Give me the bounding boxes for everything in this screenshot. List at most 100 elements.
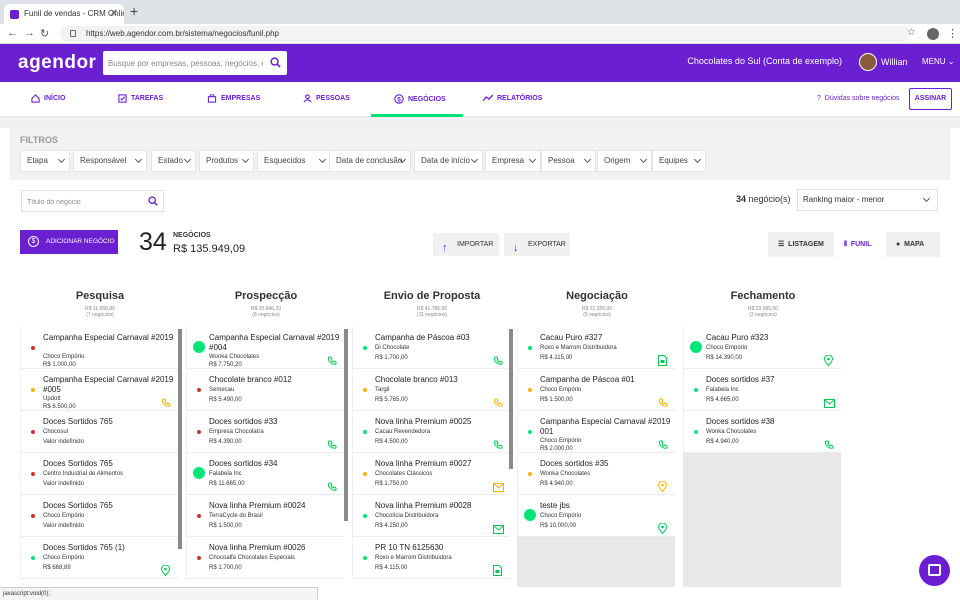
nav-pessoas[interactable]: PESSOAS xyxy=(303,94,350,103)
phone-icon[interactable] xyxy=(161,395,171,407)
deal-card[interactable]: Doces sortidos #34 Falabela Inc R$ 11.665,… xyxy=(186,453,344,495)
mail-icon[interactable] xyxy=(493,479,504,492)
export-button[interactable]: ↓ EXPORTAR xyxy=(504,233,570,256)
view-map-button[interactable]: ● MAPA xyxy=(886,232,940,257)
forward-icon[interactable]: → xyxy=(24,27,35,39)
filter-pessoa[interactable]: Pessoa xyxy=(541,150,596,172)
phone-icon[interactable] xyxy=(493,353,503,365)
deal-card[interactable]: Campanha Especial Carnaval #2019 #005 Upd… xyxy=(20,369,178,411)
column-scrollbar[interactable] xyxy=(509,329,513,469)
nav-relatorios[interactable]: RELATÓRIOS xyxy=(483,94,542,102)
phone-icon[interactable] xyxy=(658,395,668,407)
deal-card[interactable]: Doces Sortidos 765 (1) Choco Empório R$ 66… xyxy=(20,537,178,579)
search-icon[interactable] xyxy=(148,196,158,206)
account-name[interactable]: Chocolates do Sul (Conta de exemplo) xyxy=(687,56,842,66)
deal-card[interactable]: Doces Sortidos 765 Choco Empório Valor ind… xyxy=(20,495,178,537)
phone-icon[interactable] xyxy=(493,437,503,449)
deal-card[interactable]: PR 10 TN 6125630 Roxo e Marrom Distribuid… xyxy=(352,537,510,579)
view-label: MAPA xyxy=(904,241,925,248)
deal-card[interactable]: Campanha Especial Carnaval #2019 001 Choc… xyxy=(517,411,675,453)
map-pin-icon[interactable] xyxy=(657,521,668,535)
filter-data-conclusao[interactable]: Data de conclusão xyxy=(329,150,411,172)
deal-card[interactable]: Nova linha Premium #0028 Chocolícia Distr… xyxy=(352,495,510,537)
phone-icon[interactable] xyxy=(327,479,337,491)
nav-inicio[interactable]: INÍCIO xyxy=(31,94,65,103)
help-link[interactable]: ? Dúvidas sobre negócios xyxy=(817,95,900,102)
deal-company: Semecau xyxy=(209,387,235,393)
url-field[interactable]: https://web.agendor.com.br/sistema/negoc… xyxy=(60,26,910,42)
document-icon[interactable] xyxy=(658,353,668,366)
deal-card[interactable]: Doces sortidos #35 Wonka Chocolates R$ 4.9… xyxy=(517,453,675,495)
deal-card[interactable]: Doces Sortidos 765 Centro Industrial de A… xyxy=(20,453,178,495)
filter-produtos[interactable]: Produtos xyxy=(199,150,254,172)
browser-tab[interactable]: Funil de vendas - CRM Online ✕ xyxy=(4,4,124,24)
import-button[interactable]: ↑ IMPORTAR xyxy=(433,233,499,256)
deal-card[interactable]: Nova linha Premium #0024 TerraCycle do Br… xyxy=(186,495,344,537)
deal-card[interactable]: teste jbs Choco Empório R$ 10.000,00 xyxy=(517,495,675,537)
deal-card[interactable]: Campanha de Páscoa #03 Di Chocolate R$ 1.7… xyxy=(352,327,510,369)
phone-icon[interactable] xyxy=(658,437,668,449)
profile-icon[interactable] xyxy=(927,28,939,40)
status-dot xyxy=(197,388,201,392)
deal-card[interactable]: Cacau Puro #323 Choco Empório R$ 14.390,00 xyxy=(683,327,841,369)
deal-card[interactable]: Nova linha Premium #0027 Chocolates Cláss… xyxy=(352,453,510,495)
mail-icon[interactable] xyxy=(824,395,835,408)
reload-icon[interactable]: ↻ xyxy=(40,27,49,40)
close-tab-icon[interactable]: ✕ xyxy=(110,4,118,24)
deal-card[interactable]: Campanha de Páscoa #01 Choco Empório R$ 1.… xyxy=(517,369,675,411)
filter-esquecidos[interactable]: Esquecidos xyxy=(257,150,331,172)
deal-card[interactable]: Chocolate branco #013 Targil R$ 5.765,00 xyxy=(352,369,510,411)
nav-negocios[interactable]: $ NEGÓCIOS xyxy=(394,94,446,104)
phone-icon[interactable] xyxy=(327,353,337,365)
chart-line-icon xyxy=(483,94,493,102)
search-icon[interactable] xyxy=(270,57,281,68)
ranking-select[interactable]: Ranking maior - menor xyxy=(797,189,938,211)
map-pin-icon[interactable] xyxy=(160,563,171,577)
filter-empresa[interactable]: Empresa xyxy=(485,150,541,172)
deal-card[interactable]: Campanha Especial Carnaval #2019 #004 Won… xyxy=(186,327,344,369)
deal-title: Chocolate branco #013 xyxy=(375,375,458,384)
column-scrollbar[interactable] xyxy=(178,329,182,549)
document-icon[interactable] xyxy=(493,563,503,576)
deal-card[interactable]: Chocolate branco #012 Semecau R$ 5.490,00 xyxy=(186,369,344,411)
agendor-logo[interactable]: agendor xyxy=(18,52,96,74)
nav-tarefas[interactable]: TAREFAS xyxy=(118,94,163,103)
kebab-menu-icon[interactable]: ⋮ xyxy=(947,27,958,40)
bookmark-star-icon[interactable]: ☆ xyxy=(907,27,916,38)
deal-card[interactable]: Doces sortidos #38 Wonka Chocolates R$ 4.9… xyxy=(683,411,841,453)
title-search-input[interactable] xyxy=(22,192,142,213)
deal-card[interactable]: Doces Sortidos 765 Chocosul Valor indefini… xyxy=(20,411,178,453)
view-list-button[interactable]: ☰ LISTAGEM xyxy=(768,232,834,257)
filter-data-inicio[interactable]: Data de início xyxy=(414,150,483,172)
menu-button[interactable]: MENU ⌄ xyxy=(922,57,955,66)
deal-card[interactable]: Nova linha Premium #0025 Cacau Revendedor… xyxy=(352,411,510,453)
chat-widget-button[interactable] xyxy=(919,555,950,586)
view-funnel-button[interactable]: ⫴ FUNIL xyxy=(834,232,886,257)
filter-responsavel[interactable]: Responsável xyxy=(73,150,147,172)
map-pin-icon[interactable] xyxy=(657,479,668,493)
phone-icon[interactable] xyxy=(493,395,503,407)
avatar[interactable] xyxy=(859,53,877,71)
deal-card[interactable]: Cacau Puro #327 Roxo e Marrom Distribuido… xyxy=(517,327,675,369)
deal-card[interactable]: Campanha Especial Carnaval #2019 Choco Em… xyxy=(20,327,178,369)
new-tab-icon[interactable]: + xyxy=(130,3,138,19)
deal-card[interactable]: Doces sortidos #37 Falabela Inc R$ 4.665,0… xyxy=(683,369,841,411)
subscribe-button[interactable]: ASSINAR xyxy=(909,88,952,110)
global-search-input[interactable] xyxy=(103,51,263,75)
map-pin-icon[interactable] xyxy=(823,353,834,367)
nav-empresas[interactable]: EMPRESAS xyxy=(207,94,260,103)
filter-origem[interactable]: Origem xyxy=(597,150,652,172)
filter-estado[interactable]: Estado xyxy=(151,150,196,172)
filter-etapa[interactable]: Etapa xyxy=(20,150,70,172)
column-scrollbar[interactable] xyxy=(344,329,348,521)
back-icon[interactable]: ← xyxy=(7,27,18,39)
phone-icon[interactable] xyxy=(824,437,834,449)
deal-card[interactable]: Doces sortidos #33 Empresa Chocolatra R$ 4… xyxy=(186,411,344,453)
add-deal-button[interactable]: $ ADICIONAR NEGÓCIO xyxy=(20,230,118,254)
user-name[interactable]: Willian xyxy=(881,57,908,67)
phone-icon[interactable] xyxy=(327,437,337,449)
deal-company: Chocosul xyxy=(43,429,69,435)
deal-card[interactable]: Nova linha Premium #0026 Chocoalfa Chocol… xyxy=(186,537,344,579)
filter-equipes[interactable]: Equipes xyxy=(652,150,706,172)
mail-icon[interactable] xyxy=(493,521,504,534)
